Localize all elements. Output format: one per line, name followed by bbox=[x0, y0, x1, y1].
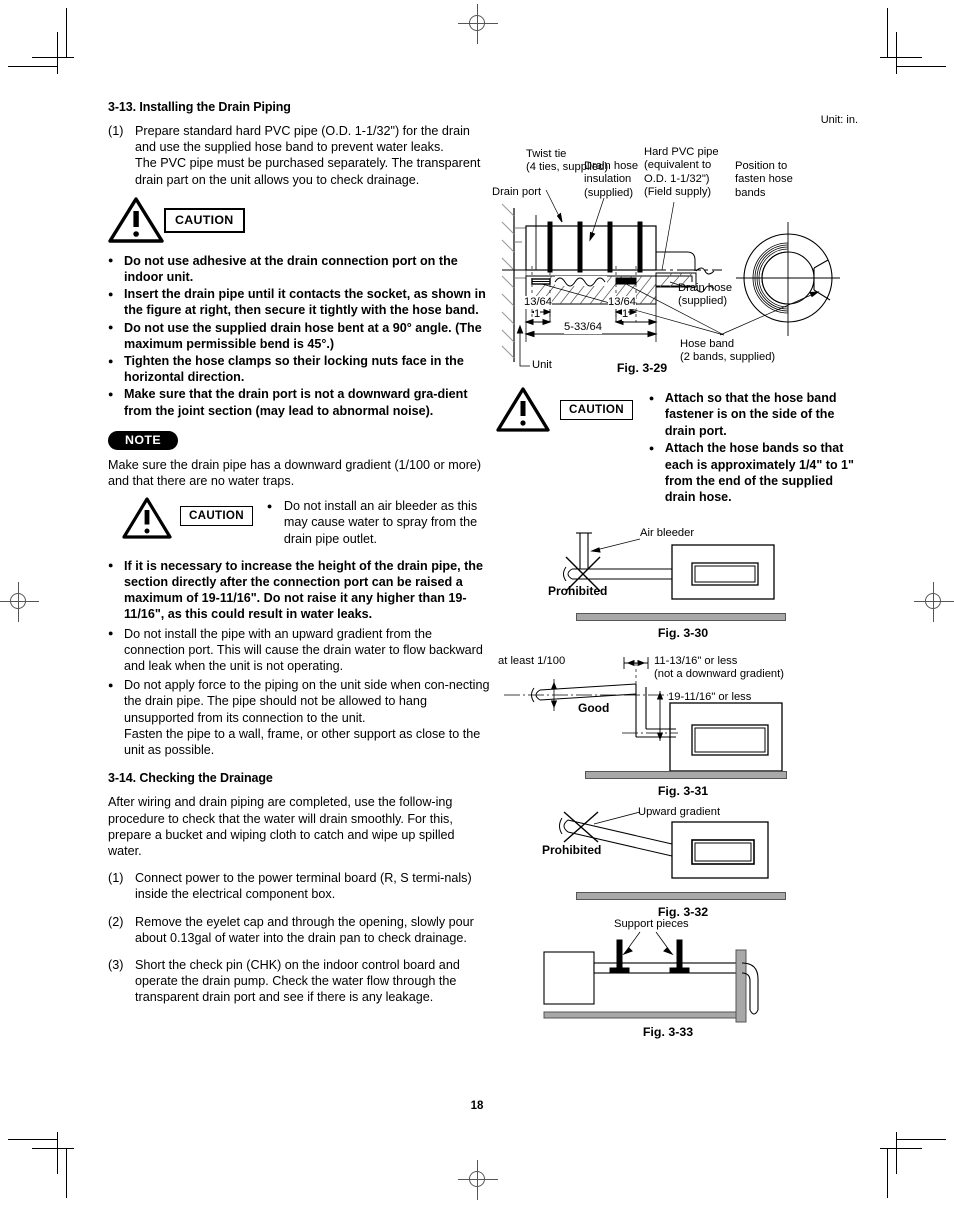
crop-mark-bottom-right bbox=[880, 1132, 946, 1198]
page-number: 18 bbox=[470, 1100, 484, 1112]
dimension-total: 5-33/64 bbox=[564, 321, 602, 335]
list-item: Insert the drain pipe until it contacts … bbox=[108, 286, 490, 318]
list-item: Do not use the supplied drain hose bent … bbox=[108, 319, 490, 352]
item-text-continued: The PVC pipe must be purchased separatel… bbox=[135, 156, 481, 187]
figure-caption-3-30: Fig. 3-30 bbox=[657, 625, 709, 640]
figure-3-32: Upward gradient Prohibited Fig. 3-32 bbox=[492, 805, 864, 919]
list-item: Attach so that the hose band fastener is… bbox=[649, 389, 864, 439]
note-badge: NOTE bbox=[108, 430, 179, 450]
step-number: (3) bbox=[108, 957, 124, 972]
list-item: Make sure that the drain port is not a d… bbox=[108, 386, 490, 418]
list-item: Do not install an air bleeder as this ma… bbox=[267, 498, 490, 547]
right-figure-column: Unit: in. Twist tie (4 ties, supplied) D… bbox=[492, 114, 864, 1039]
item-text: Prepare standard hard PVC pipe (O.D. 1-1… bbox=[135, 124, 470, 155]
section-3-14-intro: After wiring and drain piping are comple… bbox=[108, 795, 455, 858]
figure-caption-3-31: Fig. 3-31 bbox=[657, 783, 709, 798]
item-number: (1) bbox=[108, 124, 124, 138]
figure-caption-3-29: Fig. 3-29 bbox=[616, 361, 668, 375]
left-text-column: 3-13. Installing the Drain Piping (1) Pre… bbox=[108, 100, 490, 1014]
figure-label-hard-pvc-pipe: Hard PVC pipe (equivalent to O.D. 1-1/32… bbox=[644, 146, 719, 199]
warning-triangle-icon bbox=[122, 496, 172, 539]
caution-label-right: CAUTION bbox=[560, 400, 633, 420]
caution-block-2: CAUTION Do not install an air bleeder as… bbox=[122, 496, 490, 548]
figure-3-30: Air bleeder Prohibited Fig. 3-30 bbox=[492, 526, 864, 640]
list-item: If it is necessary to increase the heigh… bbox=[108, 557, 490, 623]
figure-caption-3-33: Fig. 3-33 bbox=[642, 1024, 694, 1039]
warning-triangle-icon bbox=[496, 386, 550, 432]
figure-label-support-pieces: Support pieces bbox=[614, 917, 689, 930]
step-item: (1) Connect power to the power terminal b… bbox=[108, 870, 490, 902]
figure-label-upward-gradient: Upward gradient bbox=[638, 805, 721, 818]
note-text: Make sure the drain pipe has a downward … bbox=[108, 457, 482, 489]
floor-line bbox=[576, 891, 786, 900]
figure-label-at-least-slope: at least 1/100 bbox=[498, 654, 566, 667]
step-number: (1) bbox=[108, 871, 124, 886]
floor-line bbox=[576, 612, 786, 621]
dimension-1-left: 1 bbox=[534, 308, 541, 322]
caution-bullet-list-1: Do not use adhesive at the drain connect… bbox=[108, 252, 490, 419]
step-number: (2) bbox=[108, 914, 124, 929]
list-item: Do not use adhesive at the drain connect… bbox=[108, 252, 490, 285]
crop-mark-top-left bbox=[8, 8, 74, 74]
step-item: (2) Remove the eyelet cap and through the… bbox=[108, 914, 490, 946]
figure-label-air-bleeder: Air bleeder bbox=[640, 526, 695, 539]
registration-mark-top bbox=[458, 4, 498, 44]
caution-label-2: CAUTION bbox=[180, 506, 253, 527]
note-block: NOTE Make sure the drain pipe has a down… bbox=[108, 427, 490, 489]
manual-page: 3-13. Installing the Drain Piping (1) Pre… bbox=[0, 0, 954, 1205]
paragraph-3-13-item-1: (1) Prepare standard hard PVC pipe (O.D. … bbox=[108, 123, 490, 155]
list-item: Tighten the hose clamps so their locking… bbox=[108, 353, 490, 385]
figure-label-drain-hose-insulation: Drain hose insulation (supplied) bbox=[584, 160, 639, 199]
section-heading-3-13: 3-13. Installing the Drain Piping bbox=[108, 100, 291, 114]
figure-label-prohibited: Prohibited bbox=[548, 583, 608, 598]
registration-mark-bottom bbox=[458, 1160, 498, 1200]
crop-mark-top-right bbox=[880, 8, 946, 74]
caution-bullet-list-2: Do not install an air bleeder as this ma… bbox=[267, 498, 490, 548]
warning-triangle-icon bbox=[108, 196, 164, 243]
figure-3-31: at least 1/100 11-13/16" or less (not a … bbox=[492, 651, 864, 798]
figure-3-33: Support pieces Fig. 3-33 bbox=[492, 917, 864, 1039]
step-item: (3) Short the check pin (CHK) on the indo… bbox=[108, 957, 490, 1006]
figure-label-position-fasten-bands: Position to fasten hose bands bbox=[735, 160, 793, 199]
bullet-list-3: If it is necessary to increase the heigh… bbox=[108, 557, 490, 758]
figure-label-drain-port: Drain port bbox=[492, 186, 542, 198]
figure-caption-3-32: Fig. 3-32 bbox=[657, 904, 709, 919]
figure-label-good: Good bbox=[578, 700, 610, 715]
list-item: Do not apply force to the piping on the … bbox=[108, 677, 490, 758]
step-text: Short the check pin (CHK) on the indoor … bbox=[135, 957, 460, 1005]
registration-mark-left bbox=[0, 582, 39, 622]
dimension-1-right: 1 bbox=[622, 308, 629, 322]
list-item: Attach the hose bands so that each is ap… bbox=[649, 440, 864, 506]
figure-label-side-dimension: 19-11/16" or less bbox=[668, 690, 752, 703]
figure-label-prohibited: Prohibited bbox=[542, 842, 602, 857]
figure-3-29: Twist tie (4 ties, supplied) Drain port … bbox=[492, 130, 864, 380]
caution-block-right: CAUTION Attach so that the hose band fas… bbox=[496, 386, 864, 513]
floor-line bbox=[585, 770, 787, 779]
figure-label-drain-hose: Drain hose (supplied) bbox=[678, 282, 733, 308]
caution-block-1: CAUTION bbox=[108, 196, 490, 243]
section-heading-3-14: 3-14. Checking the Drainage bbox=[108, 771, 273, 786]
figure-label-top-dimension: 11-13/16" or less (not a downward gradie… bbox=[654, 654, 784, 681]
list-item: Do not install the pipe with an upward g… bbox=[108, 625, 490, 675]
caution-bullet-list-right: Attach so that the hose band fastener is… bbox=[649, 389, 864, 507]
crop-mark-bottom-left bbox=[8, 1132, 74, 1198]
step-text: Connect power to the power terminal boar… bbox=[135, 871, 472, 902]
step-text: Remove the eyelet cap and through the op… bbox=[135, 914, 474, 945]
registration-mark-right bbox=[914, 582, 954, 622]
paragraph-3-13-item-1b: The PVC pipe must be purchased separatel… bbox=[108, 155, 490, 187]
unit-note: Unit: in. bbox=[820, 114, 858, 126]
caution-label-1: CAUTION bbox=[164, 207, 245, 233]
